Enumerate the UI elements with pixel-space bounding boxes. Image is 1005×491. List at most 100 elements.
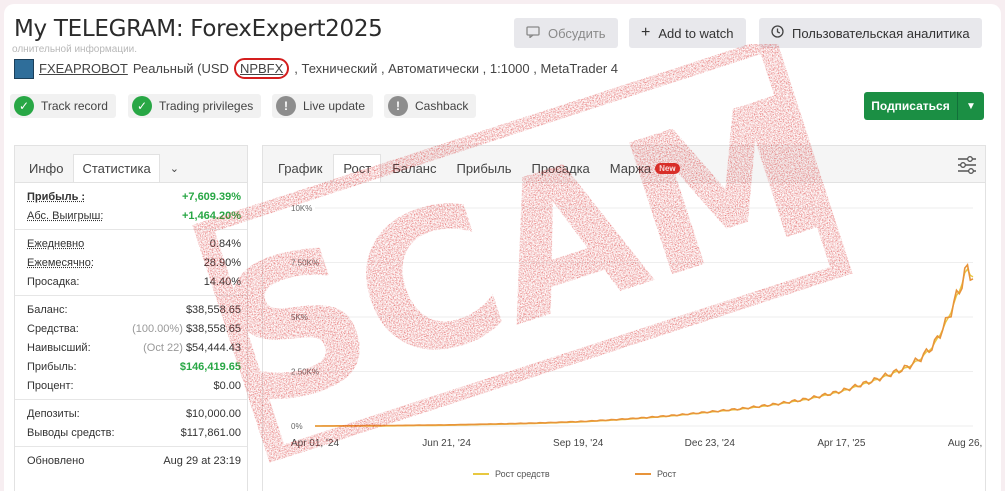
y-tick-label: 5K% <box>291 313 308 322</box>
avatar <box>14 58 34 79</box>
tab-info[interactable]: Инфо <box>21 154 71 182</box>
stat-prefix: (Oct 22) <box>143 341 183 354</box>
chart-panel: График Рост Баланс Прибыль Просадка Марж… <box>262 145 986 491</box>
y-axis-ticks: 0% 2.50K% 5K% 7.50K% 10K% <box>291 204 319 431</box>
comment-icon <box>526 25 540 41</box>
stat-row: Обновлено Aug 29 at 23:19 <box>15 451 247 470</box>
tab-margin-label: Маржа <box>609 160 652 176</box>
settings-sliders-icon[interactable] <box>957 156 977 179</box>
x-tick-label: Sep 19, '24 <box>553 438 604 449</box>
x-tick-label: Apr 01, '24 <box>291 438 339 449</box>
stat-label: Просадка: <box>27 275 80 288</box>
track-record-badge[interactable]: ✓ Track record <box>10 94 116 118</box>
tab-growth[interactable]: Рост <box>333 154 382 182</box>
stat-value: $38,558.65 <box>185 322 241 335</box>
tab-drawdown[interactable]: Просадка <box>522 154 598 182</box>
trading-privileges-badge[interactable]: ✓ Trading privileges <box>128 94 262 118</box>
stat-row: Ежедневно 0.84% <box>15 234 247 253</box>
stat-label: Обновлено <box>27 454 85 467</box>
stats-tabs: Инфо Статистика ⌄ <box>15 146 247 183</box>
stat-label: Средства: <box>27 322 79 335</box>
clock-icon <box>771 25 784 41</box>
chart-grid <box>315 207 973 427</box>
divider <box>15 295 247 296</box>
x-tick-label: Jun 21, '24 <box>422 438 471 449</box>
stat-value: $10,000.00 <box>185 407 241 420</box>
stat-value: 28.90% <box>203 256 241 269</box>
stat-value: +7,609.39% <box>181 190 241 203</box>
stats-list: Прибыль : +7,609.39% Абс. Выигрыш: +1,464.… <box>15 183 247 470</box>
cashback-badge[interactable]: ! Cashback <box>384 94 477 118</box>
tab-statistics[interactable]: Статистика <box>73 154 160 182</box>
exclamation-icon: ! <box>388 96 408 116</box>
legend-label: Рост <box>657 469 676 479</box>
y-tick-label: 2.50K% <box>291 368 319 377</box>
stat-row: Просадка: 14.40% <box>15 272 247 291</box>
broker-link[interactable]: NPBFX <box>233 58 290 79</box>
x-tick-label: Apr 17, '25 <box>817 438 865 449</box>
x-tick-label: Aug 26, '25 <box>948 438 985 449</box>
stats-panel: Инфо Статистика ⌄ Прибыль : +7,609.39% Аб… <box>14 145 248 491</box>
tab-margin[interactable]: Маржа New <box>601 154 689 182</box>
exclamation-icon: ! <box>276 96 296 116</box>
stat-label: Процент: <box>27 379 74 392</box>
stat-row: Баланс: $38,558.65 <box>15 300 247 319</box>
stat-row: Абс. Выигрыш: +1,464.20% <box>15 206 247 225</box>
faded-text: олнительной информации. <box>12 44 138 55</box>
analytics-label: Пользовательская аналитика <box>792 25 970 41</box>
stat-prefix: (100.00%) <box>132 322 183 335</box>
stat-value: $146,419.65 <box>179 360 241 373</box>
live-update-badge[interactable]: ! Live update <box>272 94 374 118</box>
stat-row: Выводы средств: $117,861.00 <box>15 423 247 442</box>
y-tick-label: 7.50K% <box>291 259 319 268</box>
divider <box>15 446 247 447</box>
stat-label: Баланс: <box>27 303 68 316</box>
stat-row: Наивысший: (Oct 22) $54,444.43 <box>15 338 247 357</box>
x-tick-label: Dec 23, '24 <box>685 438 736 449</box>
stat-label: Прибыль: <box>27 360 77 373</box>
badge-label: Trading privileges <box>159 99 254 113</box>
divider <box>15 229 247 230</box>
check-icon: ✓ <box>132 96 152 116</box>
chart-legend: Рост средств Рост <box>473 469 676 479</box>
stat-row: Процент: $0.00 <box>15 376 247 395</box>
discuss-label: Обсудить <box>548 25 606 41</box>
stat-label[interactable]: Ежедневно <box>27 238 84 250</box>
stat-label[interactable]: Абс. Выигрыш: <box>27 210 103 222</box>
divider <box>15 399 247 400</box>
check-icon: ✓ <box>14 96 34 116</box>
stat-value: $54,444.43 <box>185 341 241 354</box>
user-analytics-button[interactable]: Пользовательская аналитика <box>759 18 982 48</box>
equity-growth-line <box>315 267 974 427</box>
new-badge: New <box>655 162 680 174</box>
stat-value: 0.84% <box>209 237 241 250</box>
y-tick-label: 0% <box>291 422 303 431</box>
x-axis-ticks: Apr 01, '24 Jun 21, '24 Sep 19, '24 Dec 23,… <box>291 438 985 449</box>
stat-value: Aug 29 at 23:19 <box>163 454 241 467</box>
stat-label: Выводы средств: <box>27 426 115 439</box>
window: My TELEGRAM: ForexExpert2025 олнительной… <box>4 4 1001 491</box>
stat-value: +1,464.20% <box>181 209 241 222</box>
stat-row: Прибыль : +7,609.39% <box>15 187 247 206</box>
stat-label: Наивысший: <box>27 341 91 354</box>
badge-label: Cashback <box>415 99 469 113</box>
subscribe-button[interactable]: Подписаться ▼ <box>864 92 984 120</box>
badge-label: Track record <box>41 99 108 113</box>
discuss-button[interactable]: Обсудить <box>514 18 618 48</box>
stat-row: Депозиты: $10,000.00 <box>15 404 247 423</box>
growth-chart: 0% 2.50K% 5K% 7.50K% 10K% Apr 01, '24 Jun 21,… <box>291 204 985 479</box>
tab-profit[interactable]: Прибыль <box>447 154 520 182</box>
chevron-down-icon[interactable]: ▼ <box>958 92 984 120</box>
legend-label: Рост средств <box>495 469 550 479</box>
stat-label[interactable]: Ежемесячно: <box>27 257 94 269</box>
tab-balance[interactable]: Баланс <box>383 154 445 182</box>
growth-line <box>315 262 974 427</box>
add-to-watch-button[interactable]: + Add to watch <box>629 18 746 48</box>
account-type: Реальный (USD <box>132 61 229 76</box>
account-info-line: FXEAPROBOT Реальный (USD NPBFX , Техниче… <box>14 58 618 79</box>
stat-label: Депозиты: <box>27 407 80 420</box>
system-name-link[interactable]: FXEAPROBOT <box>39 61 128 76</box>
stat-label[interactable]: Прибыль : <box>27 191 85 203</box>
chevron-down-icon[interactable]: ⌄ <box>162 154 187 182</box>
tab-chart[interactable]: График <box>269 154 331 182</box>
